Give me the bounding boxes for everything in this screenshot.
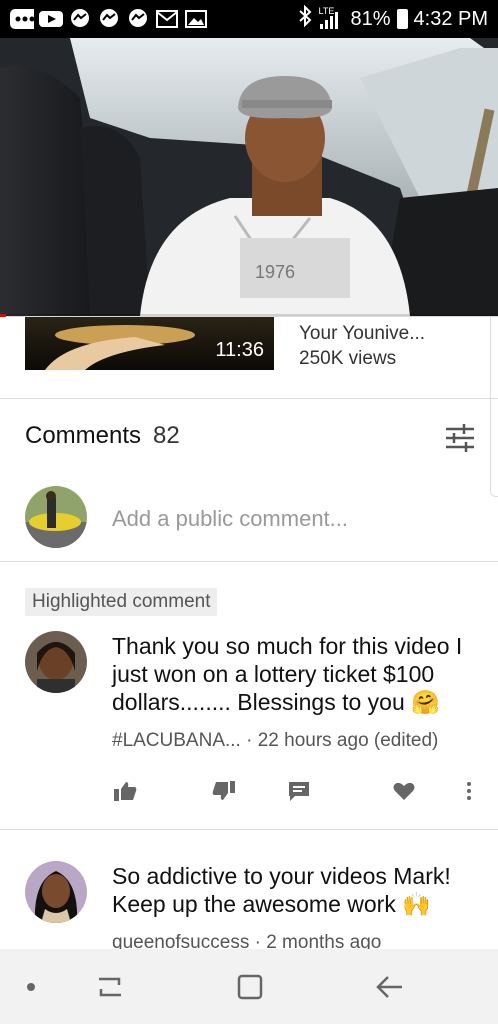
home-icon[interactable] (234, 971, 266, 1003)
thumbs-up-icon[interactable] (112, 778, 138, 804)
commenter-avatar[interactable] (25, 861, 87, 923)
battery-percent: 81% (350, 7, 391, 30)
comment-text: Thank you so much for this video I just … (112, 633, 463, 715)
battery-icon (396, 9, 408, 29)
system-nav-bar (0, 949, 498, 1024)
comment-author[interactable]: #LACUBANA... (112, 730, 241, 751)
more-options-icon[interactable] (456, 778, 482, 804)
highlighted-comment-badge: Highlighted comment (25, 588, 218, 616)
comment-text: So addictive to your videos Mark! Keep u… (112, 863, 451, 917)
video-player[interactable]: 1976 (0, 38, 498, 316)
youtube-icon (39, 9, 63, 29)
gmail-icon (155, 9, 179, 29)
clock: 4:32 PM (413, 7, 488, 30)
messenger-icon (68, 9, 92, 29)
more-icon (10, 9, 34, 29)
sort-comments-icon[interactable] (444, 424, 476, 452)
status-bar: LTE 81% 4:32 PM (0, 0, 498, 38)
thumbs-down-icon[interactable] (211, 778, 237, 804)
signal-icon: LTE (318, 6, 344, 30)
nav-dot-icon[interactable] (15, 971, 47, 1003)
bluetooth-icon (298, 4, 312, 33)
comments-count: 82 (153, 422, 180, 449)
video-duration: 11:36 (215, 339, 264, 361)
reply-icon[interactable] (286, 778, 312, 804)
comment-time: · 22 hours ago (edited) (246, 730, 439, 751)
up-next-video[interactable]: 11:36 Your Younive... 250K views (0, 317, 498, 399)
comment-actions (0, 778, 498, 808)
up-next-title[interactable]: Your Younive... (299, 323, 425, 345)
comments-header: Comments 82 (25, 422, 180, 450)
add-comment-input[interactable]: Add a public comment... (112, 506, 348, 532)
up-next-views: 250K views (299, 348, 397, 369)
recent-apps-icon[interactable] (94, 971, 126, 1003)
add-comment-row[interactable]: Add a public comment... (0, 486, 498, 562)
back-icon[interactable] (373, 971, 405, 1003)
messenger-icon (97, 9, 121, 29)
commenter-avatar[interactable] (25, 631, 87, 693)
messenger-icon (126, 9, 150, 29)
user-avatar (25, 486, 87, 548)
comment-divider (0, 829, 498, 830)
heart-icon[interactable] (391, 778, 417, 804)
up-next-thumbnail[interactable]: 11:36 (25, 317, 274, 370)
comment-meta: #LACUBANA... · 22 hours ago (edited) (112, 730, 438, 752)
comments-title: Comments (25, 422, 142, 449)
svg-text:1976: 1976 (255, 262, 295, 282)
gallery-icon (184, 9, 208, 29)
video-frame: 1976 (0, 38, 498, 316)
network-type-label: LTE (318, 6, 335, 16)
